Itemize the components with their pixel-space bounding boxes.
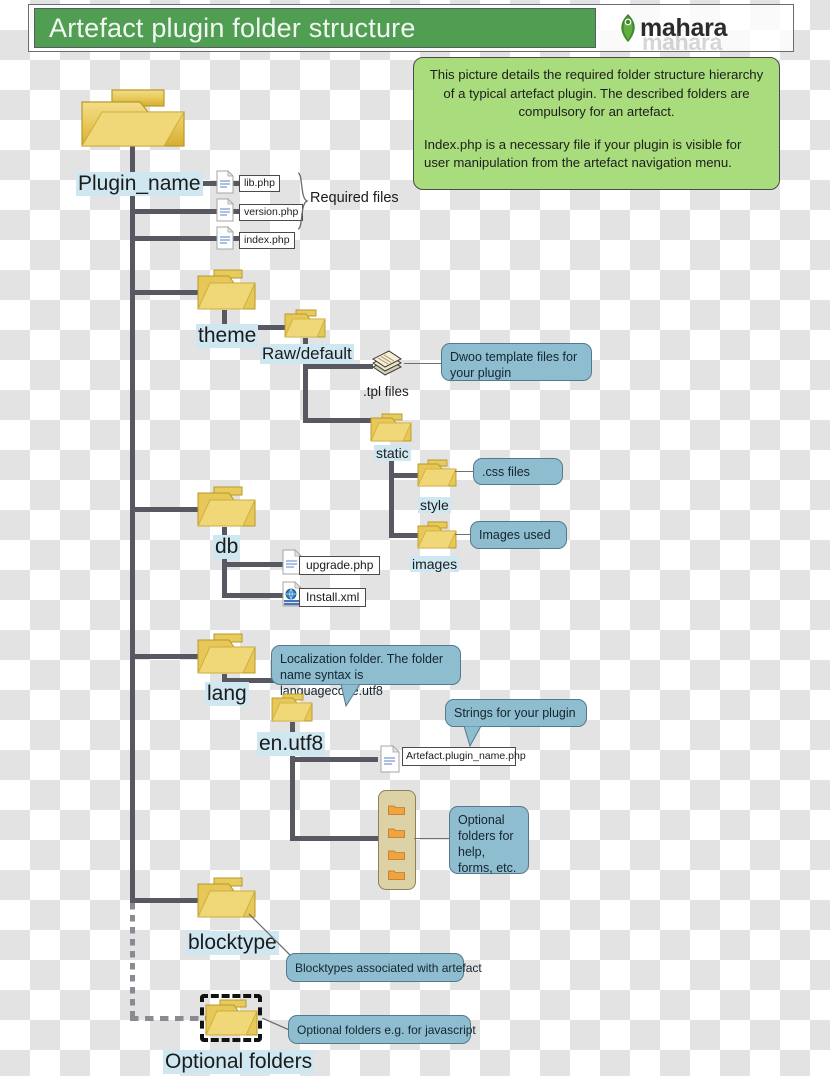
required-files-brace-icon: [297, 172, 309, 230]
file-label-version: version.php: [239, 204, 304, 221]
file-label-upgrade: upgrade.php: [299, 556, 381, 575]
folder-icon-theme[interactable]: [196, 268, 258, 312]
tree-trunk-line: [130, 128, 135, 903]
folder-icon-raw-default[interactable]: [283, 308, 327, 340]
callout-lang-tail: [340, 684, 361, 708]
mahara-logo: mahara mahara: [618, 9, 788, 55]
db-to-upgrade-line: [222, 562, 284, 567]
mini-folder-icon-2: [388, 828, 405, 838]
php-file-icon-version[interactable]: [215, 198, 235, 222]
callout-blocktype: Blocktypes associated with artefact: [286, 953, 482, 982]
tpl-callout-leader-line: [404, 363, 444, 365]
php-file-icon-lib[interactable]: [215, 170, 235, 194]
mini-folder-icon-4: [388, 870, 405, 880]
optional-folders-selection-outline: [200, 994, 262, 1042]
callout-optional-stack: Optional folders for help, forms, etc.: [449, 806, 529, 875]
description-paragraph-2: Index.php is a necessary file if your pl…: [424, 136, 742, 171]
raw-to-tpl-line: [303, 364, 373, 369]
label-theme: theme: [196, 324, 259, 349]
enutf8-to-optional-line: [290, 836, 380, 841]
required-files-label: Required files: [310, 190, 399, 206]
mini-folder-icon-1: [388, 805, 405, 815]
static-trunk-line: [389, 460, 394, 538]
folder-icon-db[interactable]: [196, 485, 258, 529]
label-db: db: [213, 535, 241, 560]
callout-lang: Localization folder. The folder name syn…: [271, 645, 461, 698]
folder-icon-en-utf8[interactable]: [270, 692, 314, 724]
description-panel: This picture details the required folder…: [413, 57, 780, 190]
optional-stack-callout-leader-line: [414, 838, 452, 840]
stacked-papers-icon-tpl[interactable]: [369, 349, 405, 379]
php-file-icon-artefact-plugin[interactable]: [379, 745, 401, 773]
label-images: images: [410, 556, 460, 573]
file-label-install: Install.xml: [299, 588, 367, 607]
folder-icon-plugin-name[interactable]: [78, 88, 188, 150]
mini-folder-icon-3: [388, 850, 405, 860]
label-style: style: [418, 497, 451, 514]
folder-icon-static[interactable]: [369, 412, 413, 444]
label-raw-default: Raw/default: [260, 344, 354, 364]
mahara-logo-shadow-text: mahara: [642, 29, 723, 55]
description-paragraph-1: This picture details the required folder…: [429, 67, 764, 119]
callout-css: .css files: [473, 458, 563, 485]
mahara-leaf-icon: [621, 14, 635, 42]
folder-icon-style[interactable]: [416, 458, 458, 488]
callout-optional-folders: Optional folders e.g. for javascript: [288, 1015, 476, 1044]
label-tpl-files: .tpl files: [363, 384, 409, 399]
label-optional-folders: Optional folders: [163, 1050, 315, 1075]
file-label-index: index.php: [239, 232, 295, 249]
optional-dotted-vertical-line: [130, 903, 135, 1021]
label-lang: lang: [205, 682, 249, 707]
php-file-icon-index[interactable]: [215, 226, 235, 250]
callout-strings: Strings for your plugin: [445, 699, 587, 727]
label-static: static: [374, 445, 411, 462]
callout-tpl: Dwoo template files for your plugin: [441, 343, 592, 381]
label-en-utf8: en.utf8: [257, 732, 326, 757]
page-title: Artefact plugin folder structure: [49, 12, 416, 43]
callout-strings-tail: [463, 726, 482, 748]
diagram-canvas: Artefact plugin folder structure mahara …: [0, 0, 830, 1076]
label-plugin-name: Plugin_name: [76, 172, 203, 197]
page-title-banner: Artefact plugin folder structure: [34, 8, 596, 48]
enutf8-to-file-line: [290, 757, 378, 762]
folder-icon-images[interactable]: [416, 520, 458, 550]
folder-icon-lang[interactable]: [196, 632, 258, 676]
db-to-install-line: [222, 593, 284, 598]
callout-images: Images used: [470, 521, 567, 549]
file-label-artefact-plugin: Artefact.plugin_name.php: [402, 747, 526, 766]
file-label-lib: lib.php: [239, 175, 280, 192]
stacked-folders-icon-optional[interactable]: [378, 790, 416, 890]
